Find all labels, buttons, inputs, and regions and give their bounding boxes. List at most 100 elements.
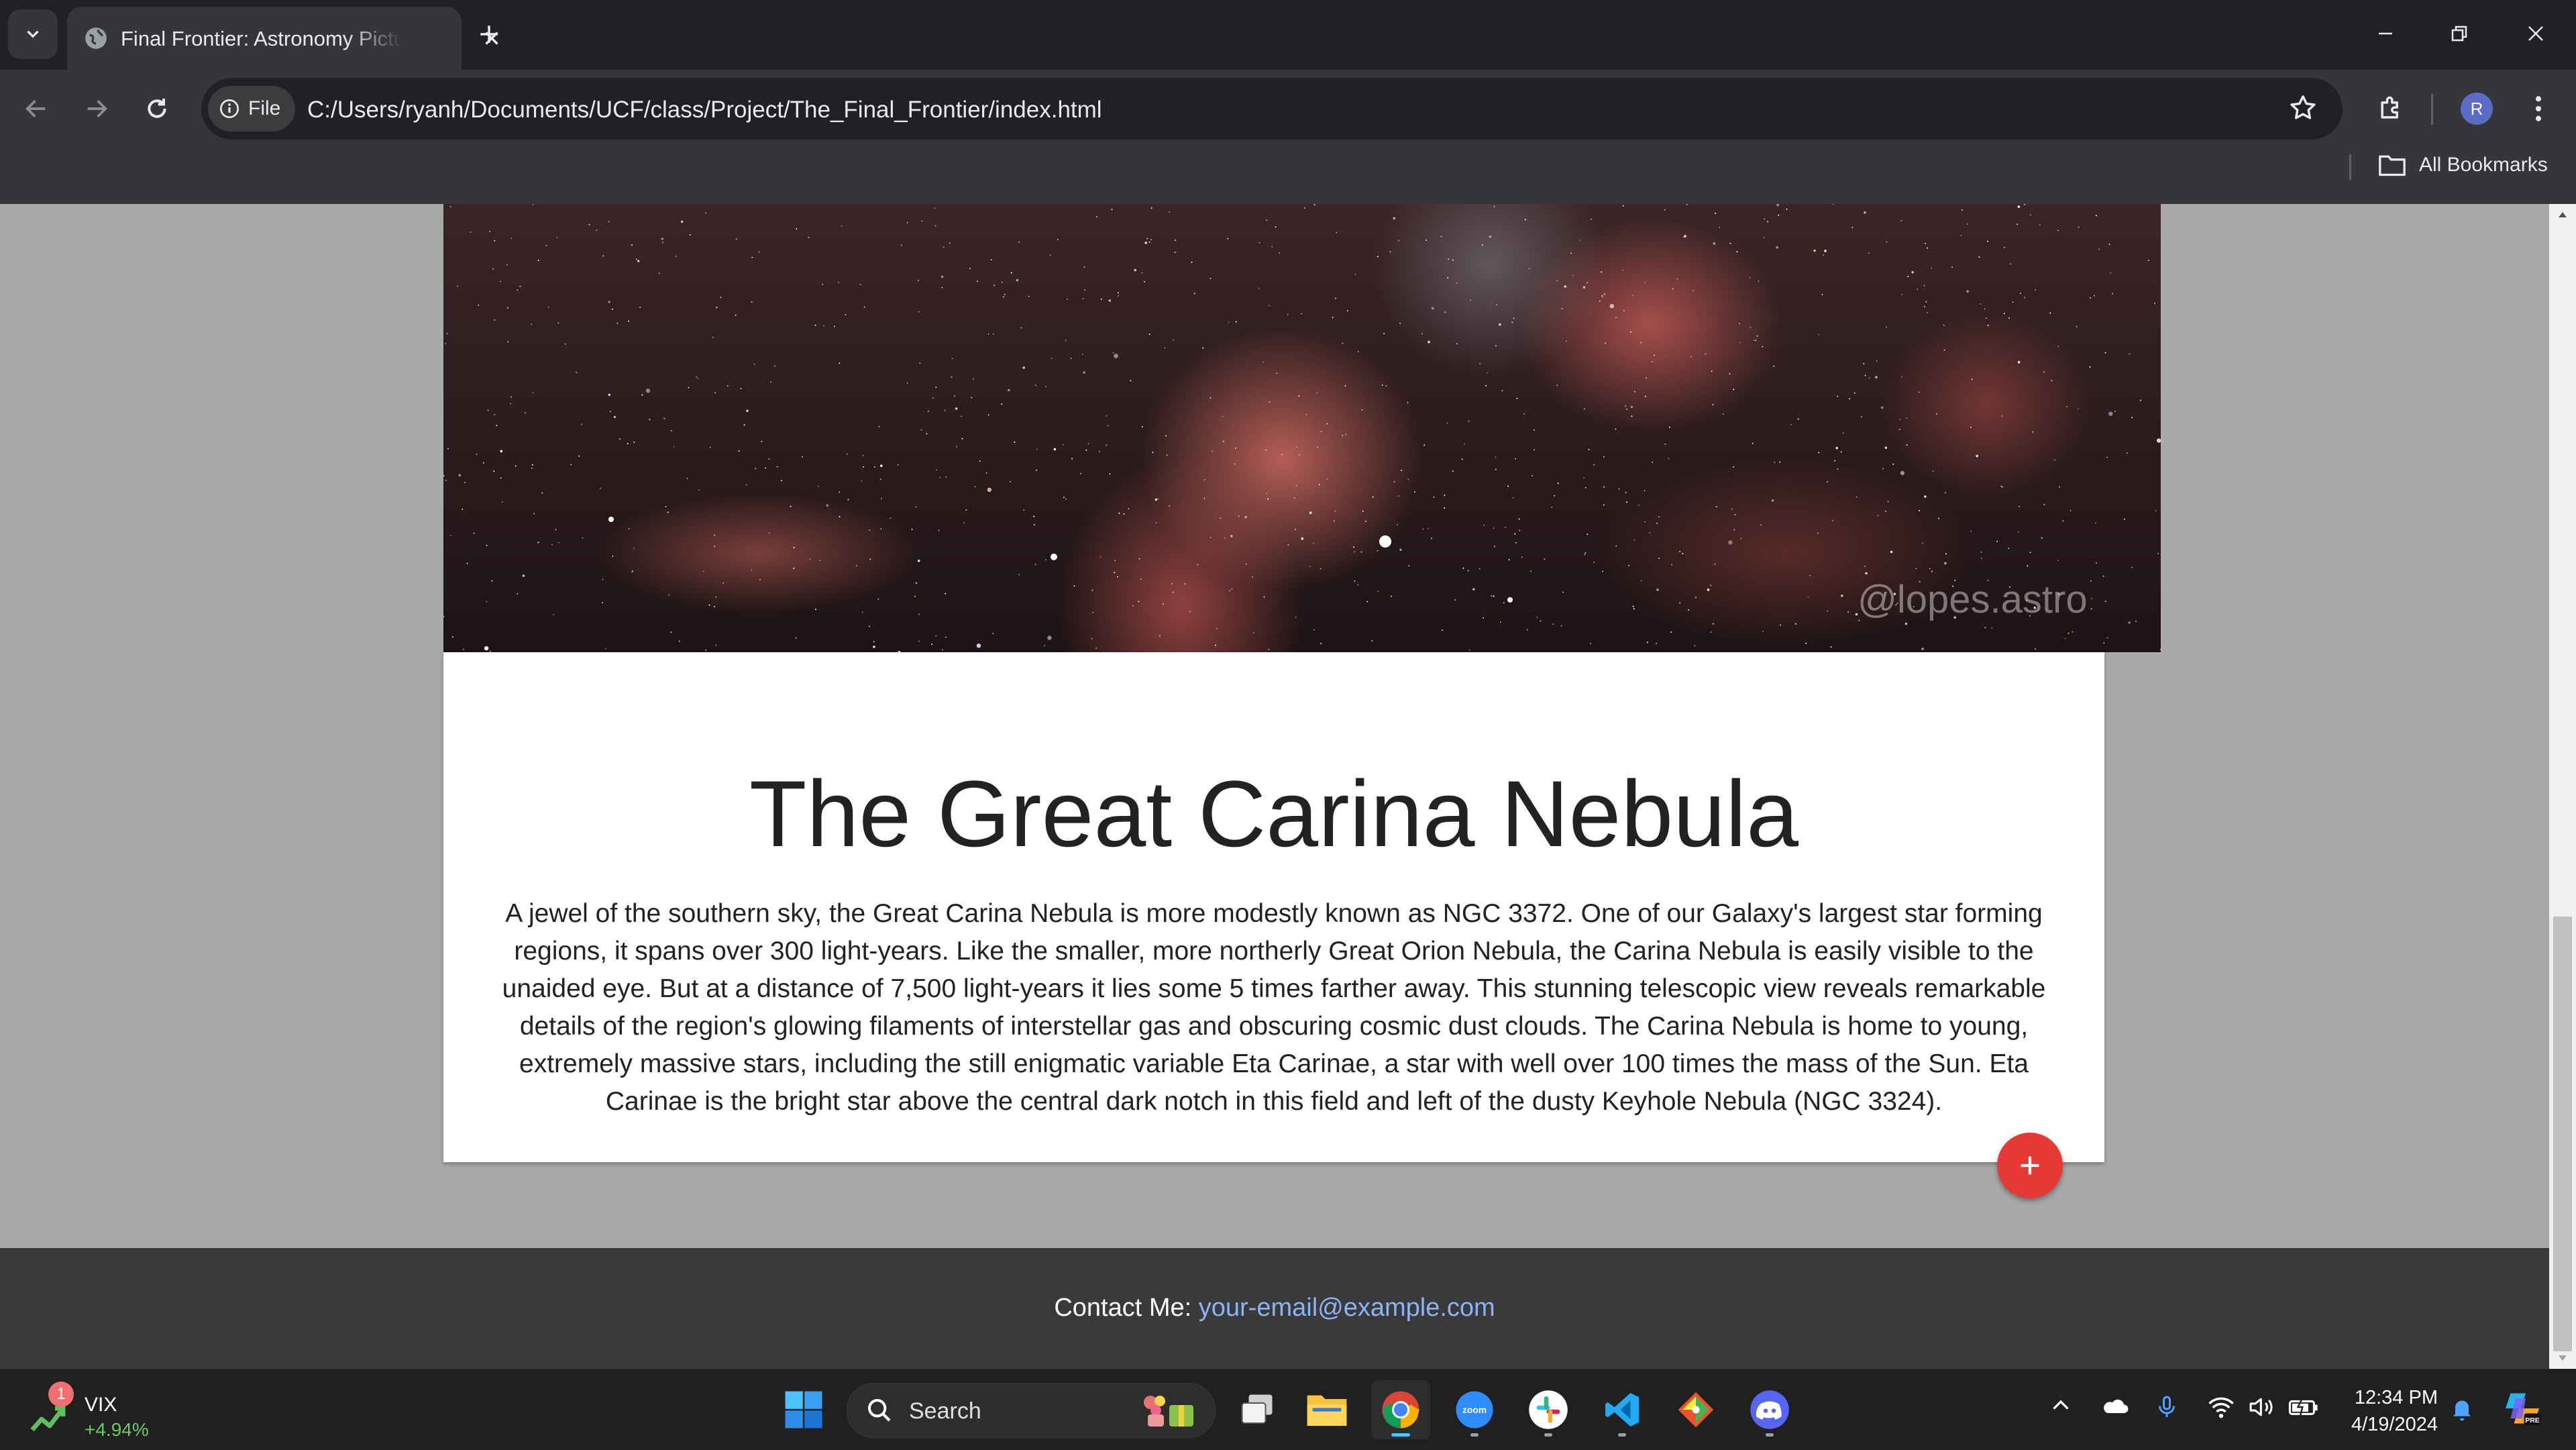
star bbox=[633, 442, 635, 444]
chevron-up-icon[interactable] bbox=[2049, 1394, 2073, 1418]
star bbox=[1364, 520, 1366, 522]
slack-button[interactable] bbox=[1519, 1380, 1578, 1439]
star bbox=[537, 260, 539, 261]
discord-button[interactable] bbox=[1740, 1380, 1799, 1439]
star bbox=[1526, 629, 1528, 631]
start-button[interactable] bbox=[774, 1380, 833, 1439]
page-scrollbar[interactable] bbox=[2549, 204, 2576, 1369]
star bbox=[1118, 512, 1120, 514]
star bbox=[1433, 497, 1435, 498]
notification-bell-icon[interactable] bbox=[2449, 1395, 2475, 1422]
image-description: A jewel of the southern sky, the Great C… bbox=[502, 899, 2046, 1116]
star bbox=[2029, 214, 2031, 216]
chrome-taskbar-button[interactable] bbox=[1371, 1380, 1430, 1439]
vscode-button[interactable] bbox=[1593, 1380, 1652, 1439]
star bbox=[1936, 413, 1938, 415]
star bbox=[1601, 271, 1603, 273]
browser-menu-button[interactable] bbox=[2520, 86, 2557, 132]
star bbox=[1155, 498, 1158, 501]
scroll-up-icon[interactable] bbox=[2557, 211, 2568, 219]
profile-avatar[interactable]: R bbox=[2461, 93, 2493, 125]
star bbox=[839, 516, 841, 518]
star bbox=[1397, 495, 1399, 497]
zoom-button[interactable]: zoom bbox=[1445, 1380, 1504, 1439]
back-button[interactable] bbox=[13, 86, 59, 132]
star bbox=[1919, 510, 1920, 511]
address-bar[interactable]: File C:/Users/ryanh/Documents/UCF/class/… bbox=[201, 78, 2343, 140]
task-view-button[interactable] bbox=[1228, 1380, 1287, 1439]
microphone-icon[interactable] bbox=[2155, 1394, 2179, 1420]
star bbox=[1117, 292, 1119, 294]
star bbox=[673, 446, 675, 448]
star bbox=[945, 476, 947, 478]
star bbox=[1360, 551, 1362, 553]
star bbox=[955, 407, 958, 410]
browser-tab-active[interactable]: Final Frontier: Astronomy Picture of the… bbox=[67, 7, 498, 70]
minimize-button[interactable] bbox=[2364, 13, 2407, 54]
all-bookmarks-button[interactable]: All Bookmarks bbox=[2377, 152, 2548, 178]
star bbox=[1927, 247, 1929, 249]
star bbox=[2054, 459, 2055, 461]
reload-button[interactable] bbox=[134, 86, 180, 132]
star bbox=[1794, 623, 1796, 625]
scroll-down-icon[interactable] bbox=[2557, 1354, 2568, 1362]
star bbox=[1694, 645, 1696, 647]
star bbox=[1426, 240, 1427, 242]
add-fab-button[interactable] bbox=[1997, 1133, 2063, 1198]
star bbox=[1354, 580, 1356, 582]
volume-icon[interactable] bbox=[2247, 1394, 2277, 1420]
git-client-button[interactable] bbox=[1666, 1380, 1725, 1439]
star bbox=[704, 212, 706, 214]
star bbox=[1407, 402, 1409, 403]
star bbox=[1823, 254, 1825, 256]
star bbox=[1733, 389, 1735, 391]
forward-button[interactable] bbox=[74, 86, 119, 132]
windows-taskbar: 1 VIX +4.94% Search zoom 12:34 PM 4/19/2… bbox=[0, 1369, 2576, 1450]
new-tab-button[interactable] bbox=[470, 15, 508, 54]
copilot-icon[interactable]: PRE bbox=[2502, 1388, 2542, 1429]
star bbox=[1714, 563, 1716, 565]
taskbar-search[interactable]: Search bbox=[847, 1383, 1216, 1438]
file-explorer-button[interactable] bbox=[1297, 1380, 1356, 1439]
contact-email-link[interactable]: your-email@example.com bbox=[1199, 1294, 1495, 1322]
close-window-button[interactable] bbox=[2514, 13, 2557, 54]
star bbox=[1705, 353, 1707, 355]
star bbox=[1715, 213, 1717, 214]
star bbox=[1143, 280, 1145, 282]
star bbox=[1713, 242, 1716, 245]
star bbox=[2019, 293, 2021, 295]
url-text[interactable]: C:/Users/ryanh/Documents/UCF/class/Proje… bbox=[307, 97, 1102, 123]
close-icon bbox=[2528, 26, 2543, 41]
extensions-button[interactable] bbox=[2368, 86, 2414, 132]
star bbox=[1456, 282, 1458, 284]
star bbox=[1835, 446, 1838, 450]
star bbox=[703, 570, 705, 572]
star bbox=[1197, 564, 1199, 566]
bookmark-star-icon[interactable] bbox=[2288, 93, 2318, 123]
star bbox=[1227, 238, 1229, 240]
star bbox=[517, 592, 519, 594]
star bbox=[449, 206, 451, 208]
wifi-icon[interactable] bbox=[2207, 1394, 2235, 1420]
star bbox=[992, 333, 994, 335]
star bbox=[1109, 473, 1111, 475]
battery-icon[interactable] bbox=[2288, 1394, 2320, 1420]
star bbox=[839, 362, 841, 364]
star bbox=[507, 307, 508, 309]
star bbox=[834, 325, 835, 327]
star bbox=[1931, 570, 1933, 572]
star bbox=[918, 640, 920, 642]
star bbox=[795, 637, 797, 639]
system-clock[interactable]: 12:34 PM 4/19/2024 bbox=[2334, 1384, 2438, 1438]
star bbox=[1976, 454, 1978, 458]
star bbox=[1603, 456, 1605, 458]
star bbox=[1987, 240, 1989, 242]
site-info-chip[interactable]: File bbox=[208, 86, 296, 132]
restore-button[interactable] bbox=[2438, 13, 2481, 54]
star bbox=[1656, 588, 1659, 591]
onedrive-cloud-icon[interactable] bbox=[2100, 1394, 2129, 1418]
scroll-thumb[interactable] bbox=[2553, 917, 2572, 1351]
star bbox=[613, 415, 616, 419]
star bbox=[2035, 289, 2036, 291]
tab-search-button[interactable] bbox=[8, 9, 58, 59]
